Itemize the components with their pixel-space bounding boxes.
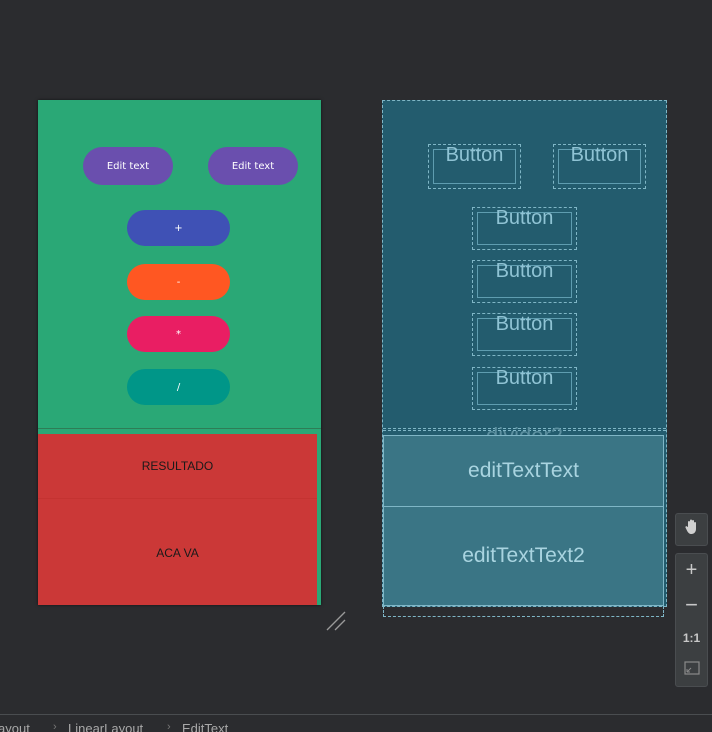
blueprint-button-frame: Button (558, 144, 641, 184)
zoom-actual-size-button[interactable]: 1:1 (676, 621, 707, 654)
zoom-in-button[interactable]: + (676, 554, 707, 587)
blueprint-button-5[interactable]: Button (472, 313, 577, 356)
blueprint-surface[interactable]: Button Button Button Button Button Butto… (382, 100, 667, 607)
blueprint-button-label: Button (495, 313, 554, 335)
blueprint-button-frame: Button (477, 367, 572, 405)
blueprint-button-1[interactable]: Button (428, 144, 521, 189)
edit-text-field-2[interactable]: Edit text (208, 147, 298, 185)
blueprint-button-6[interactable]: Button (472, 367, 577, 410)
chevron-right-icon: › (167, 721, 171, 732)
blueprint-button-label: Button (445, 144, 504, 166)
breadcrumb-item[interactable]: EditText (182, 721, 228, 732)
blueprint-button-label: Button (495, 367, 554, 389)
design-surface[interactable]: Edit text Edit text + - * / RESULTADO AC… (38, 100, 321, 605)
pan-tool-button[interactable] (675, 513, 708, 546)
blueprint-button-3[interactable]: Button (472, 207, 577, 250)
zoom-toolbar: + − 1:1 (675, 553, 708, 687)
result-label-field[interactable]: RESULTADO (38, 434, 317, 498)
divider[interactable] (38, 428, 321, 429)
blueprint-button-frame: Button (477, 207, 572, 245)
fit-screen-icon (683, 661, 700, 680)
multiply-button[interactable]: * (127, 316, 230, 352)
zoom-out-button[interactable]: − (676, 588, 707, 621)
blueprint-edit-text-1[interactable]: editTextText (383, 435, 664, 507)
edit-text-field-1[interactable]: Edit text (83, 147, 173, 185)
breadcrumb-item[interactable]: ayout (0, 721, 30, 732)
divide-button[interactable]: / (127, 369, 230, 405)
zoom-to-fit-button[interactable] (676, 654, 707, 687)
hand-icon (683, 518, 701, 541)
resize-handle-icon[interactable] (325, 610, 349, 634)
minus-button[interactable]: - (127, 264, 230, 300)
blueprint-button-4[interactable]: Button (472, 260, 577, 303)
blueprint-button-label: Button (495, 207, 554, 229)
breadcrumb-item[interactable]: LinearLayout (68, 721, 143, 732)
blueprint-edit-text-2[interactable]: editTextText2 (383, 506, 664, 606)
plus-button[interactable]: + (127, 210, 230, 246)
breadcrumb: ayout › LinearLayout › EditText (0, 714, 712, 732)
blueprint-button-label: Button (495, 260, 554, 282)
blueprint-button-frame: Button (433, 144, 516, 184)
blueprint-button-label: Button (570, 144, 629, 166)
chevron-right-icon: › (53, 721, 57, 732)
blueprint-selection-outline (383, 606, 664, 617)
blueprint-button-frame: Button (477, 313, 572, 351)
result-value-field[interactable]: ACA VA (38, 498, 317, 605)
blueprint-button-frame: Button (477, 260, 572, 298)
blueprint-button-2[interactable]: Button (553, 144, 646, 189)
